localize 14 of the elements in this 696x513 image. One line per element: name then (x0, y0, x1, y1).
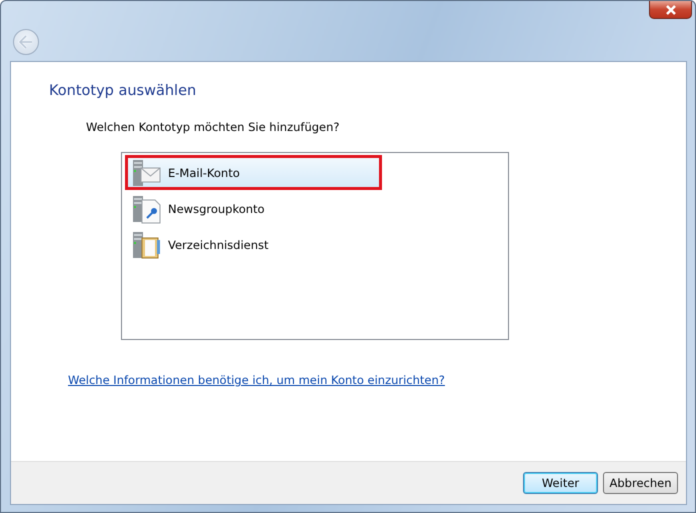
back-arrow-icon (18, 35, 34, 49)
account-type-item[interactable]: E-Mail-Konto (125, 155, 382, 190)
close-icon (664, 4, 676, 14)
account-type-item[interactable]: Verzeichnisdienst (125, 227, 382, 262)
server-envelope-icon (132, 158, 162, 188)
server-book-icon (132, 230, 162, 260)
next-button[interactable]: Weiter (523, 472, 598, 494)
help-link[interactable]: Welche Informationen benötige ich, um mein Konto einzurichten? (68, 373, 445, 387)
close-button[interactable] (649, 1, 692, 19)
server-document-icon (132, 194, 162, 224)
page-heading: Kontotyp auswählen (49, 83, 198, 99)
account-type-item[interactable]: Newsgroupkonto (125, 191, 382, 226)
cancel-button[interactable]: Abbrechen (603, 472, 678, 494)
question-text: Welchen Kontotyp möchten Sie hinzufügen? (86, 120, 341, 134)
